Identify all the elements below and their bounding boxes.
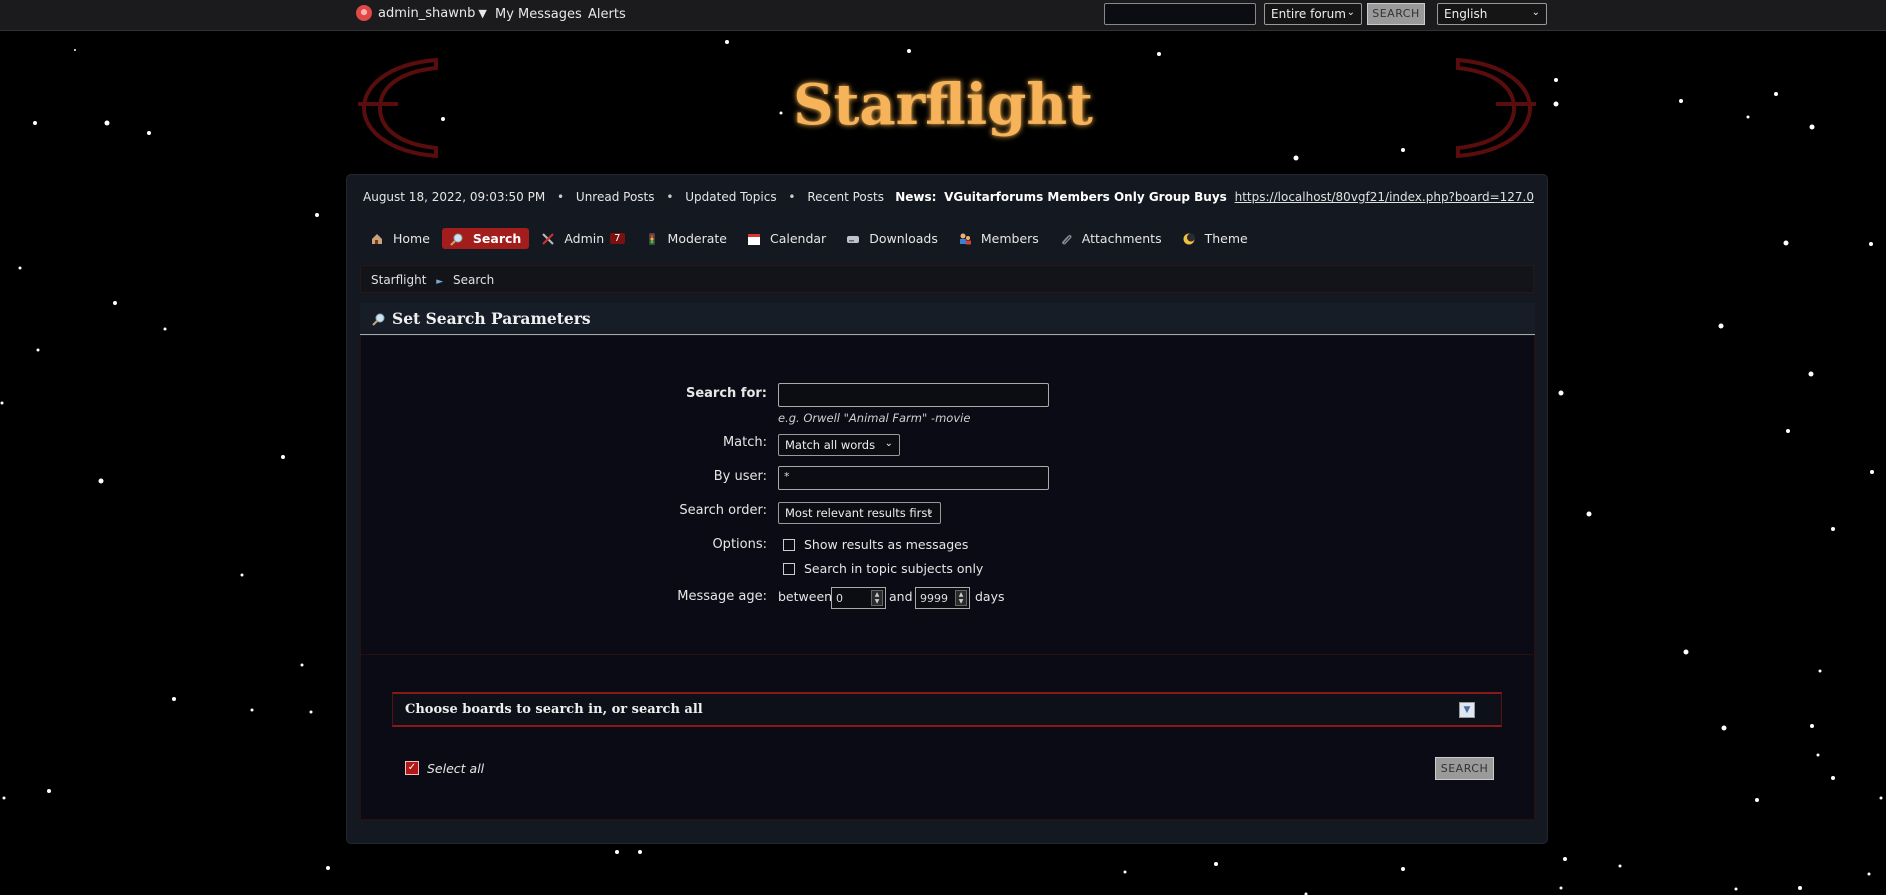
show-as-messages-label[interactable]: Show results as messages	[804, 537, 968, 552]
quick-search-button[interactable]: SEARCH	[1367, 3, 1425, 25]
min-age-input[interactable]: 0 ▲ ▼	[831, 587, 886, 609]
info-bar: August 18, 2022, 09:03:50 PM • Unread Po…	[363, 190, 884, 204]
menu-item-attachments[interactable]: Attachments	[1051, 228, 1170, 249]
menu-item-members[interactable]: Members	[950, 228, 1047, 249]
unread-posts-link[interactable]: Unread Posts	[576, 190, 655, 204]
site-logo[interactable]: Starflight	[0, 72, 1886, 138]
menu-item-downloads[interactable]: Downloads	[838, 228, 946, 249]
updated-topics-link[interactable]: Updated Topics	[685, 190, 776, 204]
user-menu[interactable]: admin_shawnb ▼	[356, 5, 487, 21]
calendar-icon	[747, 233, 760, 245]
avatar	[356, 5, 372, 21]
max-age-value: 9999	[920, 592, 948, 605]
section-header: Set Search Parameters	[360, 303, 1535, 335]
magnifier-icon	[372, 313, 385, 326]
chevron-down-icon: ⌄	[1346, 7, 1355, 18]
min-age-value: 0	[836, 592, 843, 605]
recent-posts-link[interactable]: Recent Posts	[807, 190, 884, 204]
submit-search-button[interactable]: SEARCH	[1435, 757, 1494, 780]
current-datetime: August 18, 2022, 09:03:50 PM	[363, 190, 546, 204]
top-user-bar: admin_shawnb ▼ My Messages Alerts Entire…	[0, 0, 1886, 31]
by-user-input[interactable]: *	[778, 466, 1049, 490]
menu-item-label: Theme	[1204, 231, 1248, 246]
age-between-text: between	[778, 589, 833, 604]
menu-item-label: Home	[393, 231, 430, 246]
menu-item-calendar[interactable]: Calendar	[739, 228, 834, 249]
menu-item-label: Moderate	[667, 231, 727, 246]
chevron-down-icon: ⌄	[925, 506, 934, 517]
theme-icon	[1183, 233, 1195, 244]
show-as-messages-checkbox[interactable]	[783, 539, 795, 551]
search-for-label: Search for:	[685, 386, 767, 401]
breadcrumb-separator-icon: ►	[436, 277, 444, 287]
home-icon	[372, 233, 382, 244]
news-link[interactable]: https://localhost/80vgf21/index.php?boar…	[1235, 190, 1534, 204]
spinner-icon[interactable]: ▲ ▼	[955, 590, 967, 606]
form-divider	[361, 654, 1533, 655]
select-all-label[interactable]: Select all	[427, 761, 484, 776]
chevron-down-icon: ⌄	[884, 438, 893, 449]
menu-item-search[interactable]: Search	[441, 228, 530, 249]
members-icon	[959, 233, 971, 244]
search-order-value: Most relevant results first	[785, 506, 932, 520]
search-form-panel	[360, 336, 1535, 820]
select-all-checkbox[interactable]: ✓	[405, 761, 419, 775]
admin-count-badge: 7	[610, 233, 625, 244]
paperclip-icon	[1061, 234, 1072, 244]
language-value: English	[1444, 7, 1488, 21]
menu-item-label: Members	[980, 231, 1039, 246]
menu-item-home[interactable]: Home	[362, 228, 438, 249]
expand-toggle-icon[interactable]: ▼	[1459, 702, 1475, 718]
quick-search-input[interactable]	[1104, 3, 1256, 25]
match-label: Match:	[722, 435, 767, 450]
drive-icon	[847, 235, 860, 243]
max-age-input[interactable]: 9999 ▲ ▼	[915, 587, 970, 609]
search-order-select[interactable]: Most relevant results first ⌄	[778, 502, 941, 524]
search-for-input[interactable]	[778, 383, 1049, 407]
section-title: Set Search Parameters	[392, 309, 591, 328]
language-select[interactable]: English ⌄	[1437, 3, 1547, 25]
breadcrumb: Starflight ► Search	[360, 265, 1534, 293]
search-scope-value: Entire forum	[1271, 7, 1346, 21]
age-days-text: days	[975, 589, 1005, 604]
breadcrumb-home-link[interactable]: Starflight	[371, 273, 426, 287]
news-label: News:	[895, 190, 937, 204]
search-hint: e.g. Orwell "Animal Farm" -movie	[778, 411, 971, 425]
by-user-label: By user:	[713, 469, 767, 484]
board-selection-header[interactable]: Choose boards to search in, or search al…	[392, 692, 1502, 727]
subjects-only-checkbox[interactable]	[783, 563, 795, 575]
match-select[interactable]: Match all words ⌄	[778, 434, 900, 456]
menu-item-moderate[interactable]: Moderate	[637, 228, 735, 249]
magnifier-icon	[450, 233, 463, 246]
tools-icon	[542, 232, 555, 245]
match-select-value: Match all words	[785, 438, 876, 452]
menu-item-theme[interactable]: Theme	[1174, 228, 1256, 249]
news-ticker: News: VGuitarforums Members Only Group B…	[895, 190, 1534, 204]
alerts-link[interactable]: Alerts	[588, 7, 626, 22]
menu-item-label: Admin	[564, 231, 605, 246]
chevron-down-icon: ⌄	[1531, 7, 1540, 18]
right-crescent-decoration	[1456, 58, 1536, 158]
board-selection-title: Choose boards to search in, or search al…	[405, 702, 703, 717]
my-messages-link[interactable]: My Messages	[495, 7, 582, 22]
news-text: VGuitarforums Members Only Group Buys	[944, 190, 1227, 204]
search-scope-select[interactable]: Entire forum ⌄	[1264, 3, 1362, 25]
options-label: Options:	[712, 537, 767, 552]
menu-item-label: Calendar	[769, 231, 827, 246]
menu-item-label: Search	[472, 231, 522, 246]
spinner-icon[interactable]: ▲ ▼	[871, 590, 883, 606]
breadcrumb-current[interactable]: Search	[453, 273, 494, 287]
subjects-only-label[interactable]: Search in topic subjects only	[804, 561, 983, 576]
traffic-light-icon	[648, 232, 655, 245]
menu-item-label: Attachments	[1081, 231, 1162, 246]
chevron-down-icon: ▼	[478, 6, 487, 20]
menu-item-admin[interactable]: Admin 7	[533, 228, 632, 249]
main-menu: Home Search Admin 7 Moderate Calendar Do…	[362, 228, 1256, 249]
message-age-label: Message age:	[677, 589, 767, 604]
menu-item-label: Downloads	[869, 231, 938, 246]
search-order-label: Search order:	[679, 503, 767, 518]
username: admin_shawnb	[378, 5, 476, 21]
age-and-text: and	[889, 589, 913, 604]
